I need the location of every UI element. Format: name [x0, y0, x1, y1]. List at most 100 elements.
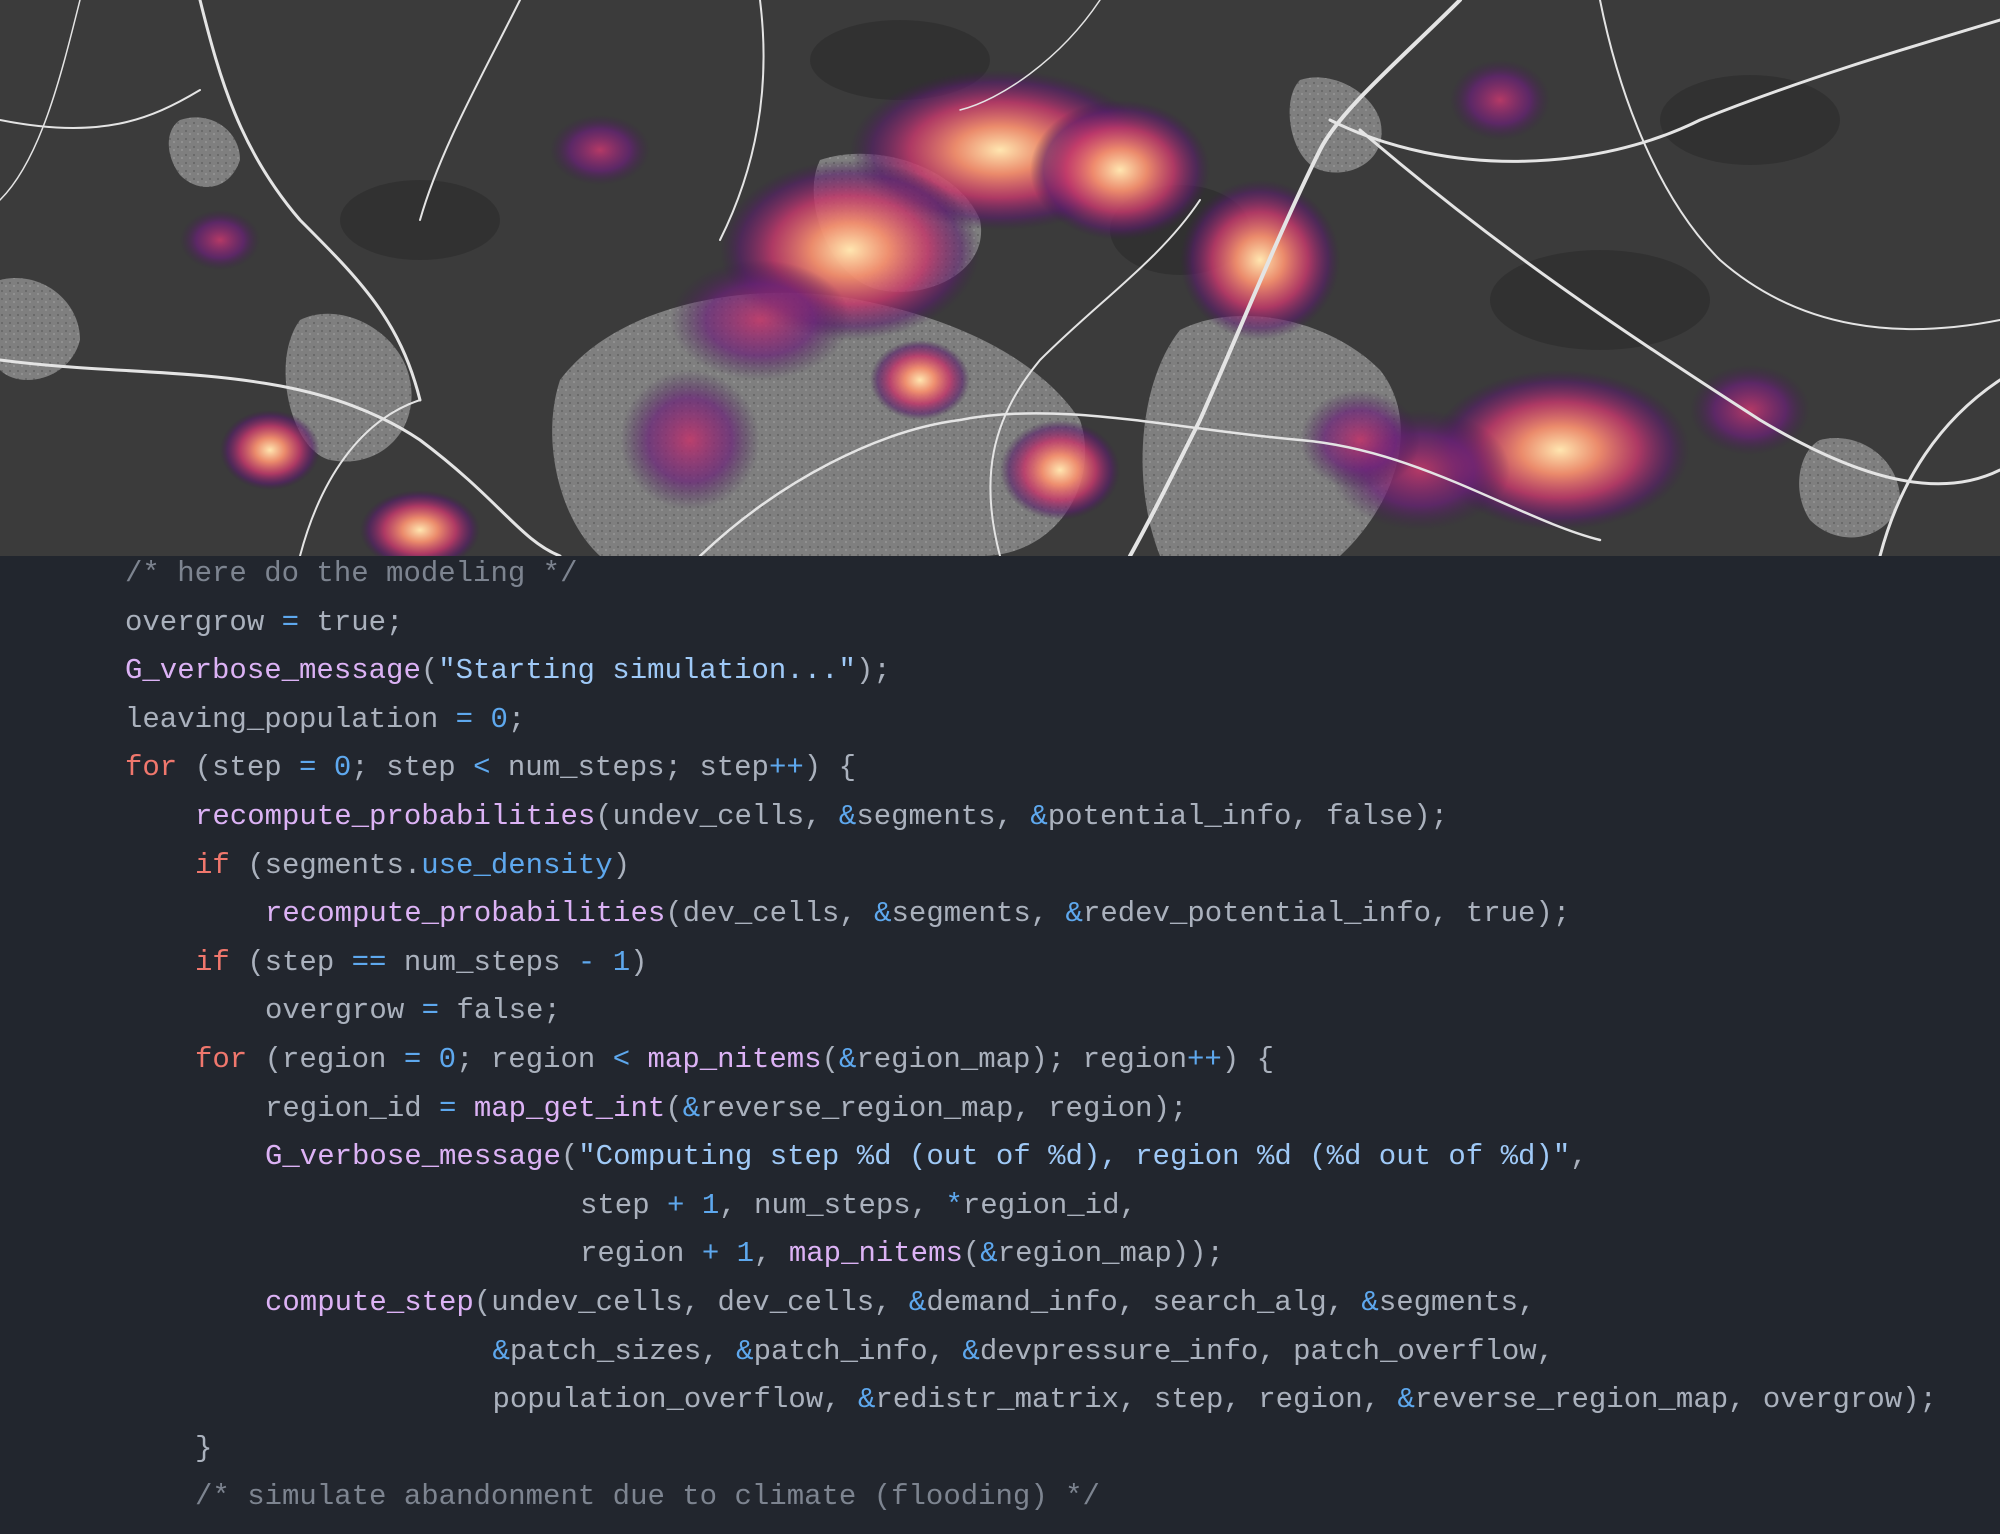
- code-token-plain: , num_steps,: [719, 1188, 946, 1222]
- code-token-plain: (undev_cells, dev_cells,: [473, 1286, 909, 1319]
- code-line: if (step == num_steps - 1): [195, 939, 648, 987]
- code-line: for (region = 0; region < map_nitems(&re…: [195, 1036, 1274, 1084]
- code-token-plain: region_id: [265, 1091, 440, 1125]
- code-token-op: =: [403, 1043, 422, 1076]
- code-token-op: &: [682, 1091, 701, 1125]
- code-token-string: "Starting simulation...": [438, 654, 856, 688]
- code-token-plain: num_steps; step: [490, 751, 769, 785]
- urban-growth-probability-map: [0, 0, 2000, 556]
- code-token-func: G_verbose_message: [265, 1140, 561, 1174]
- code-token-func: G_verbose_message: [125, 654, 421, 688]
- code-token-plain: (: [560, 1140, 579, 1174]
- code-token-plain: overgrow: [125, 605, 282, 639]
- code-line: overgrow = false;: [265, 987, 561, 1035]
- code-token-op: =: [421, 994, 440, 1028]
- code-token-op: &: [492, 1334, 510, 1368]
- code-token-num: 1: [612, 945, 631, 979]
- code-token-comment: /* here do the modeling */: [125, 557, 578, 590]
- code-token-plain: region: [580, 1237, 702, 1271]
- code-token-op: &: [838, 800, 857, 833]
- code-token-plain: reverse_region_map, overgrow);: [1414, 1383, 1937, 1417]
- code-token-op: &: [980, 1237, 998, 1271]
- code-editor[interactable]: /* here do the modeling */ overgrow = tru…: [0, 556, 2000, 1534]
- code-token-keyword: for: [195, 1043, 248, 1076]
- code-token-plain: (step: [229, 945, 352, 979]
- code-token-op: ==: [351, 945, 387, 979]
- code-token-plain: patch_info,: [753, 1334, 963, 1368]
- code-line: recompute_probabilities(dev_cells, &segm…: [265, 890, 1570, 938]
- code-token-op: =: [299, 751, 317, 785]
- code-token-op: &: [1065, 897, 1083, 931]
- code-token-op: ++: [1187, 1043, 1222, 1076]
- code-token-op: &: [962, 1334, 980, 1368]
- code-line: compute_step(undev_cells, dev_cells, &de…: [265, 1279, 1535, 1327]
- code-line: region_id = map_get_int(&reverse_region_…: [265, 1085, 1187, 1133]
- code-line: G_verbose_message("Starting simulation..…: [125, 647, 891, 695]
- code-token-field: use_density: [421, 848, 613, 882]
- code-token-plain: segments,: [1378, 1286, 1536, 1319]
- code-token-op: <: [473, 751, 491, 785]
- code-token-plain: (: [665, 1091, 683, 1125]
- code-token-op: &: [1397, 1383, 1415, 1417]
- code-token-plain: segments,: [891, 897, 1066, 931]
- code-token-op: &: [857, 1383, 876, 1417]
- code-token-plain: true;: [299, 605, 404, 639]
- code-token-plain: redistr_matrix, step, region,: [875, 1383, 1398, 1417]
- code-token-num: 0: [333, 751, 352, 785]
- code-token-plain: false;: [439, 994, 561, 1028]
- code-token-op: =: [439, 1091, 457, 1125]
- code-token-plain: step: [580, 1188, 668, 1222]
- code-token-plain: redev_potential_info, true);: [1082, 897, 1571, 931]
- code-token-plain: devpressure_info, patch_overflow,: [979, 1334, 1555, 1368]
- code-token-comment: /* simulate abandonment due to climate (…: [195, 1480, 1100, 1514]
- code-token-op: &: [1361, 1286, 1379, 1319]
- code-token-func: recompute_probabilities: [265, 897, 666, 931]
- code-token-op: *: [945, 1188, 963, 1222]
- code-token-plain: ) {: [1221, 1043, 1275, 1076]
- code-token-plain: (dev_cells,: [665, 897, 875, 931]
- code-token-op: <: [612, 1043, 631, 1076]
- code-token-num: 0: [490, 702, 508, 736]
- code-token-op: &: [908, 1286, 927, 1319]
- code-token-plain: (undev_cells,: [595, 800, 839, 833]
- code-token-plain: ): [612, 848, 631, 882]
- code-token-plain: ,: [754, 1237, 789, 1271]
- code-token-plain: ): [630, 945, 648, 979]
- code-token-keyword: if: [195, 848, 230, 882]
- code-token-plain: segments,: [856, 800, 1031, 833]
- code-token-plain: population_overflow,: [492, 1383, 858, 1417]
- code-token-plain: region_map); region: [856, 1043, 1188, 1076]
- code-line: step + 1, num_steps, *region_id,: [580, 1182, 1137, 1230]
- code-line: recompute_probabilities(undev_cells, &se…: [195, 793, 1448, 841]
- code-token-func: map_nitems: [647, 1043, 822, 1076]
- code-token-plain: (: [962, 1237, 981, 1271]
- code-token-num: 0: [438, 1043, 457, 1076]
- code-token-plain: ,: [1570, 1140, 1588, 1174]
- code-line: population_overflow, &redistr_matrix, st…: [493, 1376, 1937, 1424]
- code-token-op: -: [577, 945, 596, 979]
- code-line: /* here do the modeling */: [125, 556, 577, 598]
- code-line: &patch_sizes, &patch_info, &devpressure_…: [493, 1328, 1555, 1376]
- code-token-plain: ; step: [351, 751, 474, 785]
- code-token-op: &: [838, 1043, 857, 1076]
- code-line: }: [195, 1425, 212, 1473]
- code-token-plain: (: [821, 1043, 839, 1076]
- code-token-func: recompute_probabilities: [195, 800, 596, 833]
- code-token-plain: (segments.: [229, 848, 422, 882]
- code-token-plain: ; region: [456, 1043, 613, 1076]
- code-line: if (segments.use_density): [195, 842, 630, 890]
- code-token-num: 1: [701, 1188, 720, 1222]
- code-token-plain: (region: [247, 1043, 404, 1076]
- code-token-op: +: [667, 1188, 685, 1222]
- code-token-plain: demand_info, search_alg,: [926, 1286, 1362, 1319]
- code-line: G_verbose_message("Computing step %d (ou…: [265, 1133, 1588, 1181]
- code-token-plain: region_id,: [962, 1188, 1137, 1222]
- code-line: region + 1, map_nitems(&region_map));: [580, 1230, 1224, 1278]
